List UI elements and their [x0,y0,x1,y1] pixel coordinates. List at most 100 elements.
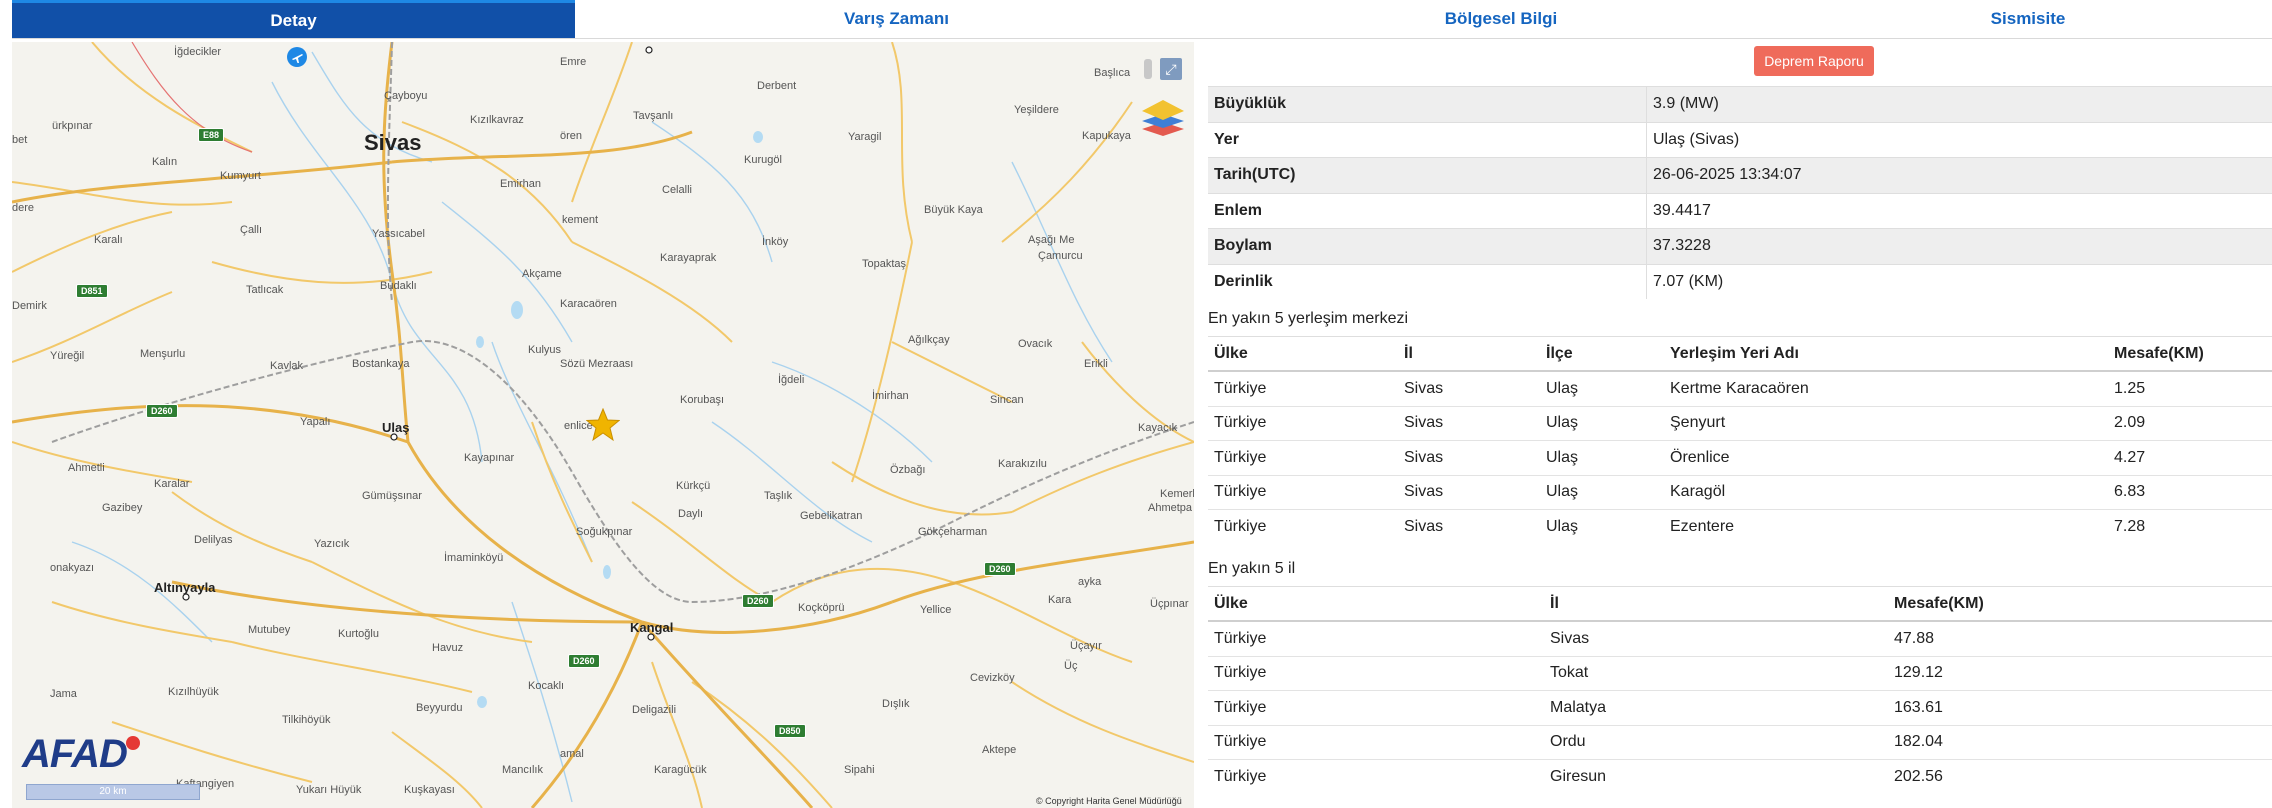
map-label: Karagücük [654,764,707,776]
road-shield: D260 [146,404,178,418]
earthquake-report-button[interactable]: Deprem Raporu [1754,46,1874,76]
map-label: Gümüşsınar [362,490,422,502]
map-label: Kürkçü [676,480,711,492]
road-shield: D260 [742,594,774,608]
map-label: Budaklı [380,280,417,292]
afad-logo: AFAD [22,732,128,776]
details-value: 37.3228 [1646,228,2272,264]
table-cell: 163.61 [1888,690,2272,725]
map-label-sivas: Sivas [364,130,422,155]
settlements-table: Ülke İl İlçe Yerleşim Yeri Adı Mesafe(KM… [1208,336,2272,544]
table-cell: Ulaş [1540,440,1664,475]
map-label: Kızılkavraz [470,114,524,126]
map-label: Kuşkayası [404,784,455,796]
map-label: Cevizköy [970,672,1015,684]
table-cell: Malatya [1544,690,1888,725]
map-label: Delilyas [194,534,233,546]
map-label: Tilkihöyük [282,714,331,726]
column-header: Mesafe(KM) [1888,586,2272,622]
table-cell: Sivas [1398,440,1540,475]
table-cell: 7.28 [2108,509,2272,544]
table-row: Türkiye Sivas 47.88 [1208,620,2272,656]
details-key: Yer [1208,121,1647,158]
layers-icon[interactable] [1138,96,1188,142]
map-label: Özbağı [890,464,926,476]
tab-detay[interactable]: Detay [12,0,575,38]
provinces-table: Ülke İl Mesafe(KM) Türkiye Sivas 47.88 T… [1208,586,2272,794]
table-row: Türkiye Malatya 163.61 [1208,690,2272,725]
table-cell: 202.56 [1888,759,2272,794]
column-header: İl [1544,586,1888,622]
map-label: Soğukpınar [576,526,633,538]
map-label: Yassıcabel [372,228,425,240]
map-label: Çamurcu [1038,250,1083,262]
map-label: Gebelikatran [800,510,863,522]
tab-bar: Detay Varış Zamanı Bölgesel Bilgi Sismis… [12,0,2272,39]
table-cell: Türkiye [1208,759,1544,794]
details-value: 7.07 (KM) [1646,263,2272,299]
table-cell: Türkiye [1208,370,1398,406]
map-label: Ahmetli [68,462,105,474]
map-label: Yaragil [848,131,882,143]
table-cell: Ulaş [1540,509,1664,544]
map-label: Erikli [1084,358,1108,370]
column-header: Ülke [1208,336,1398,372]
map-label: Kızılhüyük [168,686,219,698]
map-label: amal [560,748,584,760]
map-label: Ahmetpa [1148,502,1193,514]
table-cell: Türkiye [1208,474,1398,510]
table-cell: 182.04 [1888,724,2272,760]
map-label: İmirhan [872,390,909,402]
table-cell: Ezentere [1664,509,2108,544]
tab-bolgesel-bilgi[interactable]: Bölgesel Bilgi [1218,0,1784,38]
table-cell: 129.12 [1888,655,2272,691]
table-row: Türkiye Tokat 129.12 [1208,655,2272,691]
details-key: Boylam [1208,228,1647,264]
map-label: İmaminköyü [444,552,504,564]
map-label: Yapalı [300,416,331,428]
fullscreen-expand-icon[interactable]: ⤢ [1160,58,1182,80]
details-row: Yer Ulaş (Sivas) [1208,121,2272,158]
map-label: Gazibey [102,502,143,514]
earthquake-map[interactable]: Sivas Ulaş Kangal Altınyayla İğdecikler … [12,42,1194,808]
epicenter-star-icon[interactable] [586,408,620,442]
map-label: İğdecikler [174,46,222,58]
map-label: Sipahi [844,764,875,776]
map-label: Derbent [757,80,797,92]
table-cell: 2.09 [2108,405,2272,441]
table-cell: 47.88 [1888,620,2272,656]
map-label: dere [12,202,35,214]
table-cell: 4.27 [2108,440,2272,475]
details-row: Boylam 37.3228 [1208,228,2272,264]
map-label: Akçame [522,268,562,280]
table-row: Türkiye Sivas Ulaş Ezentere 7.28 [1208,509,2272,544]
map-label: Büyük Kaya [924,204,983,216]
map-label: İğdeli [778,374,805,386]
table-cell: Türkiye [1208,509,1398,544]
map-label: Havuz [432,642,464,654]
road-shield: D260 [984,562,1016,576]
tab-sismisite[interactable]: Sismisite [1784,0,2272,38]
details-row: Derinlik 7.07 (KM) [1208,263,2272,299]
tab-varis-zamani[interactable]: Varış Zamanı [575,0,1218,38]
map-label: Yazıcık [314,538,350,550]
map-label: Mutubey [248,624,291,636]
map-label: Başlıca [1094,67,1131,79]
table-cell: Şenyurt [1664,405,2108,441]
table-cell: Sivas [1398,370,1540,406]
map-scroll-handle[interactable] [1144,59,1152,79]
road-shield: D851 [76,284,108,298]
road-shield: D850 [774,724,806,738]
column-header: İlçe [1540,336,1664,372]
map-label: Kara [1048,594,1072,606]
table-row: Türkiye Giresun 202.56 [1208,759,2272,794]
map-label: Demirk [12,300,47,312]
table-cell: Ordu [1544,724,1888,760]
map-label: Dışlık [882,698,910,710]
table-row: Türkiye Sivas Ulaş Kertme Karacaören 1.2… [1208,370,2272,406]
table-cell: Türkiye [1208,655,1544,691]
table-cell: 6.83 [2108,474,2272,510]
table-cell: Sivas [1398,509,1540,544]
map-label: Üçayır [1070,640,1102,652]
table-cell: Ulaş [1540,370,1664,406]
